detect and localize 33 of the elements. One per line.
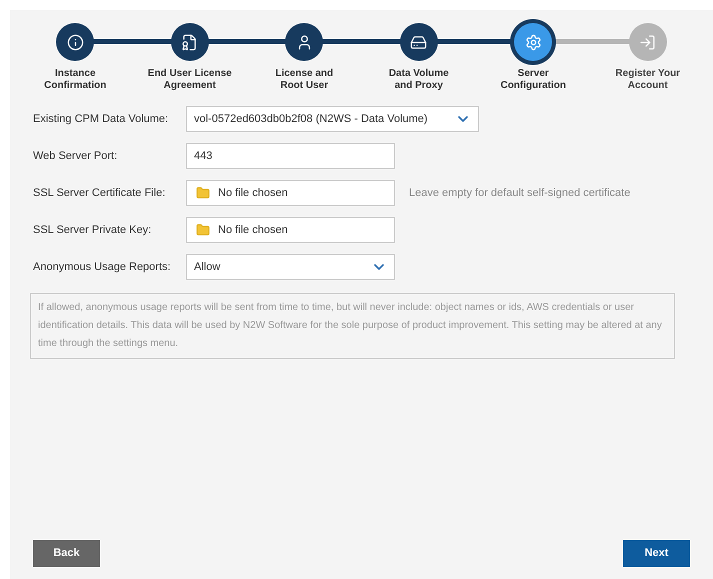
field-label: Web Server Port: [33,148,118,164]
field-hint: Leave empty for default self-signed certificate [409,186,630,201]
step-label: Configuration [500,80,566,92]
step-label: Data Volume [388,68,449,80]
field-label: Existing CPM Data Volume: [33,112,170,127]
step-label: Agreement [164,80,216,92]
step-label: Server [518,68,549,80]
login-icon [639,34,656,50]
field-label: SSL Server Certificate File: [33,186,166,201]
step-label: Confirmation [44,80,106,92]
folder-icon [196,223,210,237]
select-field[interactable]: vol-0572ed603db0b2f08 (N2WS - Data Volume) [186,106,479,132]
step-label: Account [628,80,668,92]
select-field[interactable]: Allow [186,254,395,280]
step-label: and Proxy [394,80,443,92]
info-icon [66,34,84,50]
field-label: Anonymous Usage Reports: [33,260,172,275]
folder-icon [196,186,210,200]
next-button[interactable]: Next [623,540,690,567]
field-label: SSL Server Private Key: [33,222,152,238]
info-note: If allowed, anonymous usage reports will be sent from time to time, but will never include: object names or ids, AWS credentials or user identification details. This data will be used by N2W Software for the sole purpose of product improvement. This setting may be altered at any time through the settings menu. [30,293,675,359]
step-label: License and [275,68,334,80]
step-label: Instance [54,68,96,80]
step-label: End User License [148,68,232,80]
settings-icon [524,34,542,50]
step-label: Register Your [615,68,680,80]
drive-icon [410,34,428,50]
back-button[interactable]: Back [33,540,100,567]
document-icon [181,34,198,50]
input-field[interactable]: 443 [186,143,395,169]
file-field[interactable]: No file chosen [186,180,395,206]
step-label: Root User [280,80,328,92]
file-field[interactable]: No file chosen [186,217,395,243]
